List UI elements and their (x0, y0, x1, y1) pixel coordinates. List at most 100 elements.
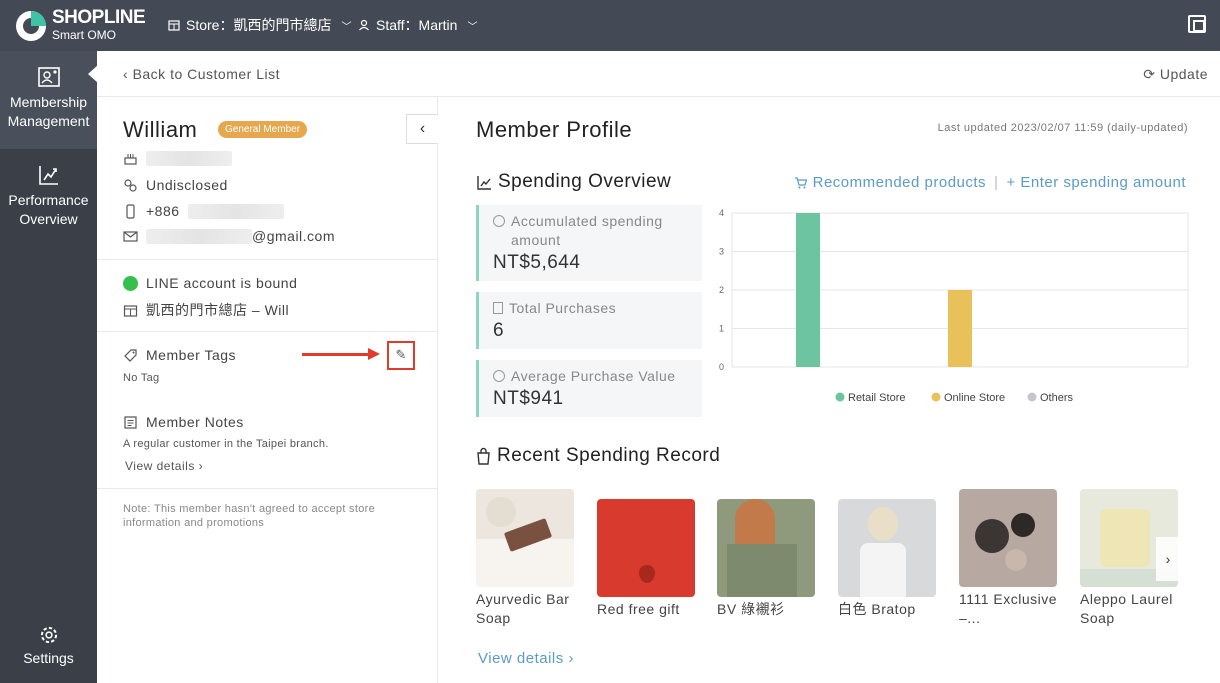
subheader: ‹ Back to Customer List ⟳ Update (97, 51, 1220, 97)
top-bar: SHOPLINE Smart OMO Store：凱西的門市總店 ﹀ Staff… (0, 0, 1220, 51)
product-name: Ayurvedic Bar Soap (476, 591, 570, 626)
product-card[interactable]: Red free gift (597, 499, 697, 619)
view-details-label: View details (478, 650, 564, 667)
chevron-right-icon: › (1165, 551, 1171, 567)
divider (97, 331, 438, 332)
sidebar-item-membership[interactable]: Membership Management (0, 51, 98, 149)
logo-word: SHOPLINE (52, 7, 146, 28)
birthday-row (123, 151, 232, 166)
product-card[interactable]: BV 綠襯衫 (717, 499, 817, 619)
member-name: William (123, 117, 198, 142)
stat-total-purchases: Total Purchases 6 (476, 292, 702, 349)
product-card[interactable]: 1111 Exclusive –... (959, 489, 1059, 628)
line-icon (123, 275, 138, 291)
product-image (597, 499, 695, 597)
sidebar-item-settings[interactable]: Settings (0, 625, 97, 675)
phone-row: +886 (123, 203, 284, 219)
product-name: Aleppo Laurel Soap (1080, 591, 1173, 626)
line-status: LINE account is bound (146, 275, 298, 291)
logo-mark-icon (16, 11, 46, 41)
product-card[interactable]: Ayurvedic Bar Soap (476, 489, 576, 628)
edit-tags-button[interactable]: ✎ (387, 341, 415, 370)
update-button[interactable]: ⟳ Update (1143, 66, 1208, 83)
sidebar: Membership Management Performance Overvi… (0, 51, 98, 683)
last-updated-text: Last updated 2023/02/07 11:59 (daily-upd… (937, 122, 1188, 134)
tag-icon (124, 348, 137, 362)
chevron-down-icon: ﹀ (341, 21, 352, 33)
staff-selector[interactable]: Staff：Martin ﹀ (358, 15, 477, 35)
product-name: 白色 Bratop (838, 601, 916, 617)
y-tick-label: 3 (719, 247, 724, 257)
divider (97, 488, 438, 489)
store-label: Store：凱西的門市總店 (186, 17, 332, 33)
line-binding-row: LINE account is bound (123, 275, 297, 291)
member-tags-value: No Tag (123, 372, 160, 384)
stat-label: Average Purchase Value (511, 368, 676, 384)
member-profile-panel: William General Member ‹ Undisclosed +88… (97, 97, 438, 683)
recommended-products-link[interactable]: Recommended products (794, 174, 986, 191)
email-redacted (146, 228, 252, 244)
recent-spending-label: Recent Spending Record (497, 445, 721, 466)
chevron-down-icon: ﹀ (467, 21, 478, 33)
recommended-products-label: Recommended products (812, 174, 987, 191)
mail-icon (123, 230, 138, 242)
coin-icon (493, 215, 505, 227)
update-label: Update (1159, 66, 1208, 82)
phone-prefix: +886 (146, 203, 180, 219)
y-tick-label: 0 (719, 362, 724, 372)
sidebar-label: Membership (9, 94, 88, 110)
y-tick-label: 1 (719, 324, 724, 334)
bar-retail-store (796, 213, 820, 367)
carousel-next-button[interactable]: › (1156, 537, 1180, 581)
gear-icon (40, 626, 57, 644)
collapse-panel-button[interactable]: ‹ (406, 114, 438, 144)
chevron-right-icon: › (198, 459, 204, 473)
back-to-list-link[interactable]: ‹ Back to Customer List (123, 66, 280, 82)
store-staff-row: 凱西的門市總店 – Will (123, 300, 289, 320)
store-icon (123, 304, 138, 317)
stat-accumulated-spending: Accumulated spending amount NT$5,644 (476, 205, 702, 281)
birthday-redacted (146, 151, 232, 166)
page-title: Member Profile (476, 117, 633, 142)
divider (97, 259, 438, 260)
qr-scan-icon[interactable] (1188, 15, 1206, 33)
stat-label: Accumulated spending amount (511, 213, 663, 248)
cake-icon (124, 154, 137, 165)
sidebar-label: Management (7, 113, 90, 129)
notes-icon (124, 415, 137, 429)
product-image (717, 499, 815, 597)
notes-view-details-label: View details (125, 459, 195, 473)
legend-swatch (1027, 392, 1037, 402)
spending-overview-label: Spending Overview (498, 171, 672, 192)
chevron-left-icon: ‹ (123, 66, 129, 82)
legend-label: Online Store (944, 392, 1005, 404)
stat-average-purchase: Average Purchase Value NT$941 (476, 360, 702, 417)
cart-icon (794, 176, 807, 188)
store-selector[interactable]: Store：凱西的門市總店 ﹀ (168, 15, 351, 35)
bag-icon (477, 447, 490, 465)
chart-icon (477, 175, 491, 190)
refresh-icon: ⟳ (1143, 66, 1156, 82)
sidebar-label: Performance (8, 192, 89, 208)
notes-view-details-link[interactable]: View details › (125, 459, 203, 473)
store-icon (168, 20, 180, 31)
shopline-logo[interactable]: SHOPLINE Smart OMO (16, 7, 146, 43)
enter-spending-amount-link[interactable]: + Enter spending amount (1006, 174, 1186, 191)
product-image (838, 499, 936, 597)
chevron-right-icon: › (568, 650, 574, 667)
product-card[interactable]: 白色 Bratop (838, 499, 938, 619)
separator: | (994, 174, 999, 191)
view-details-link[interactable]: View details › (478, 650, 574, 667)
legend-swatch (931, 392, 941, 402)
product-image (476, 489, 574, 587)
phone-icon (126, 203, 135, 219)
staff-label: Staff：Martin (376, 17, 458, 33)
store-staff-value: 凱西的門市總店 – Will (146, 302, 290, 318)
member-tags-label: Member Tags (146, 347, 237, 363)
sidebar-item-performance[interactable]: Performance Overview (0, 163, 97, 243)
recent-spending-title: Recent Spending Record (476, 445, 720, 467)
receipt-icon (493, 302, 503, 314)
member-tags-title: Member Tags (123, 347, 236, 363)
coin-icon (493, 370, 505, 382)
bar-online-store (948, 290, 972, 367)
